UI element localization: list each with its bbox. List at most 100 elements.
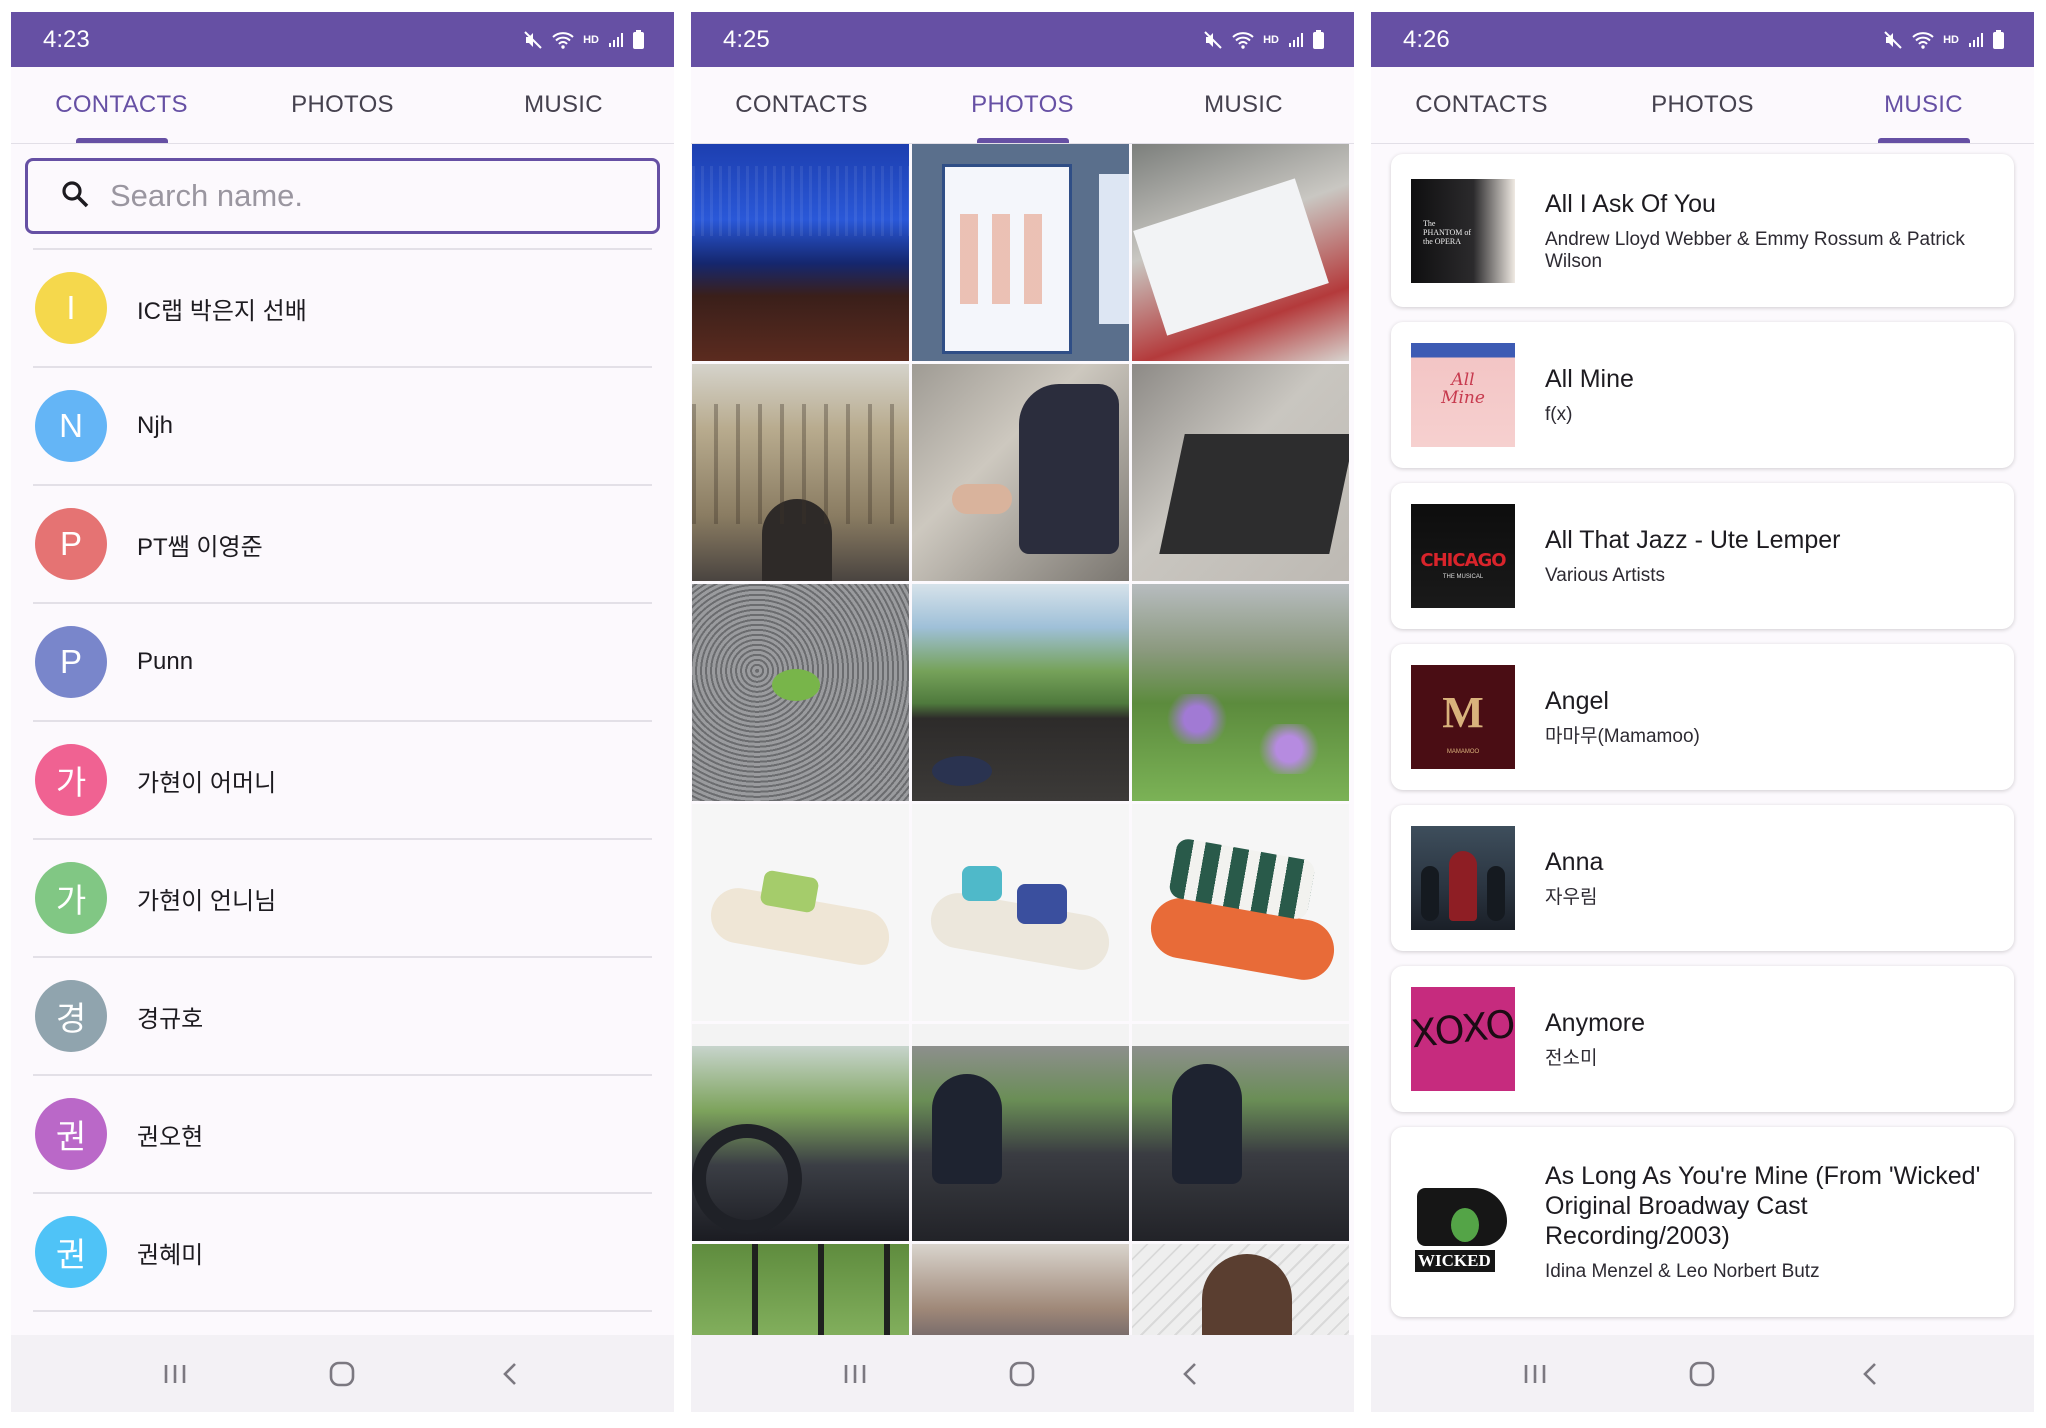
music-card[interactable]: Anna 자우림 <box>1391 805 2014 951</box>
photo-person-crouching[interactable] <box>912 364 1129 581</box>
music-card[interactable]: M MAMAMOO Angel 마마무(Mamamoo) <box>1391 644 2014 790</box>
home-icon[interactable] <box>992 1349 1052 1399</box>
photo-sandal-orange[interactable] <box>1132 804 1349 1021</box>
tab-music[interactable]: MUSIC <box>1133 67 1354 143</box>
photo-window-mountain-view[interactable] <box>912 584 1129 801</box>
home-icon[interactable] <box>1672 1349 1732 1399</box>
wifi-icon <box>1912 31 1934 49</box>
status-icons: HD <box>1203 30 1324 50</box>
status-bar: 4:26 HD <box>1371 12 2034 67</box>
back-icon[interactable] <box>1840 1349 1900 1399</box>
song-title: As Long As You're Mine (From 'Wicked' Or… <box>1545 1162 1981 1250</box>
status-icons: HD <box>1883 30 2004 50</box>
status-time: 4:26 <box>1403 25 1450 53</box>
contact-item[interactable]: P Punn <box>33 604 652 722</box>
recent-apps-icon[interactable] <box>825 1349 885 1399</box>
contact-item[interactable]: 가 가현이 언니님 <box>33 840 652 958</box>
tab-contacts[interactable]: CONTACTS <box>691 67 912 143</box>
tab-music[interactable]: MUSIC <box>453 67 674 143</box>
status-time: 4:25 <box>723 25 770 53</box>
tab-photos[interactable]: PHOTOS <box>1592 67 1813 143</box>
system-nav-bar <box>1371 1335 2034 1412</box>
contact-item[interactable]: 권 권오현 <box>33 1076 652 1194</box>
photo-car-driving[interactable] <box>692 1024 909 1241</box>
cover-text: THE MUSICAL <box>1442 574 1484 580</box>
music-card[interactable]: WICKED As Long As You're Mine (From 'Wic… <box>1391 1127 2014 1317</box>
contact-item[interactable]: 경 경규호 <box>33 958 652 1076</box>
song-artist: Andrew Lloyd Webber & Emmy Rossum & Patr… <box>1545 228 1965 272</box>
music-card[interactable]: All Mine All Mine f(x) <box>1391 322 2014 468</box>
avatar: P <box>35 508 107 580</box>
cover-text: XOXO <box>1411 1001 1515 1057</box>
music-card[interactable]: The PHANTOM of the OPERA All I Ask Of Yo… <box>1391 154 2014 307</box>
contact-item[interactable]: 가 가현이 어머니 <box>33 722 652 840</box>
contact-item[interactable]: N Njh <box>33 368 652 486</box>
song-artist: 전소미 <box>1545 1048 1598 1069</box>
tab-photos[interactable]: PHOTOS <box>912 67 1133 143</box>
status-bar: 4:23 HD <box>11 12 674 67</box>
contact-item[interactable]: P PT쌤 이영준 <box>33 486 652 604</box>
song-artist: 자우림 <box>1545 887 1598 908</box>
song-title: All That Jazz - Ute Lemper <box>1545 526 1841 554</box>
search-input[interactable] <box>110 178 610 214</box>
photo-sandal-blue[interactable] <box>912 804 1129 1021</box>
avatar: 가 <box>35 862 107 934</box>
tab-photos[interactable]: PHOTOS <box>232 67 453 143</box>
photo-casting-board[interactable] <box>912 144 1129 361</box>
photo-doormat-shadow[interactable] <box>1132 364 1349 581</box>
photos-screen: 4:25 HD CONTACTS PHOTOS MUSIC <box>691 12 1354 1412</box>
contact-name: Punn <box>137 648 194 675</box>
status-bar: 4:25 HD <box>691 12 1354 67</box>
status-icons: HD <box>523 30 644 50</box>
battery-icon <box>1993 30 2004 49</box>
photo-green-frog[interactable] <box>692 584 909 801</box>
contact-name: PT쌤 이영준 <box>137 533 263 561</box>
search-field[interactable] <box>25 158 660 234</box>
home-icon[interactable] <box>312 1349 372 1399</box>
avatar: 권 <box>35 1098 107 1170</box>
contact-list: I IC랩 박은지 선배 N Njh P PT쌤 이영준 P Punn 가 가현이 어머니 가 가현이… <box>33 250 652 1312</box>
photo-garden-flowers[interactable] <box>1132 584 1349 801</box>
battery-icon <box>633 30 644 49</box>
contact-name: 경규호 <box>137 1005 204 1033</box>
search-icon <box>60 179 90 214</box>
contact-name: 가현이 어머니 <box>137 769 277 797</box>
tab-contacts[interactable]: CONTACTS <box>11 67 232 143</box>
photo-car-passenger[interactable] <box>1132 1024 1349 1241</box>
back-icon[interactable] <box>480 1349 540 1399</box>
avatar: N <box>35 390 107 462</box>
music-card[interactable]: XOXO Anymore 전소미 <box>1391 966 2014 1112</box>
system-nav-bar <box>11 1335 674 1412</box>
mute-icon <box>1203 30 1223 50</box>
hd-voice-icon: HD <box>1943 33 1959 46</box>
photo-car-passenger-victory[interactable] <box>912 1024 1129 1241</box>
photo-ticket-envelope[interactable] <box>1132 144 1349 361</box>
signal-icon <box>1968 32 1984 48</box>
contact-name: 권혜미 <box>137 1241 204 1269</box>
tab-contacts[interactable]: CONTACTS <box>1371 67 1592 143</box>
battery-icon <box>1313 30 1324 49</box>
tab-music[interactable]: MUSIC <box>1813 67 2034 143</box>
recent-apps-icon[interactable] <box>145 1349 205 1399</box>
tab-bar: CONTACTS PHOTOS MUSIC <box>11 67 674 144</box>
avatar: 권 <box>35 1216 107 1288</box>
all-mine-cover: All Mine <box>1411 343 1515 447</box>
photo-sandal-green[interactable] <box>692 804 909 1021</box>
system-nav-bar <box>691 1335 1354 1412</box>
contact-item[interactable]: 권 권혜미 <box>33 1194 652 1312</box>
recent-apps-icon[interactable] <box>1505 1349 1565 1399</box>
music-screen: 4:26 HD CONTACTS PHOTOS MUSIC The PHANTO… <box>1371 12 2034 1412</box>
tab-bar: CONTACTS PHOTOS MUSIC <box>691 67 1354 144</box>
back-icon[interactable] <box>1160 1349 1220 1399</box>
photo-gothic-building[interactable] <box>692 364 909 581</box>
mute-icon <box>1883 30 1903 50</box>
anna-cover <box>1411 826 1515 930</box>
cover-text: M <box>1442 688 1484 737</box>
contact-item[interactable]: I IC랩 박은지 선배 <box>33 250 652 368</box>
cover-text: The PHANTOM of the OPERA <box>1423 218 1472 246</box>
song-title: Anna <box>1545 848 1604 876</box>
photo-theater-stage[interactable] <box>692 144 909 361</box>
tab-bar: CONTACTS PHOTOS MUSIC <box>1371 67 2034 144</box>
contact-name: IC랩 박은지 선배 <box>137 297 307 325</box>
music-card[interactable]: CHICAGO THE MUSICAL All That Jazz - Ute … <box>1391 483 2014 629</box>
